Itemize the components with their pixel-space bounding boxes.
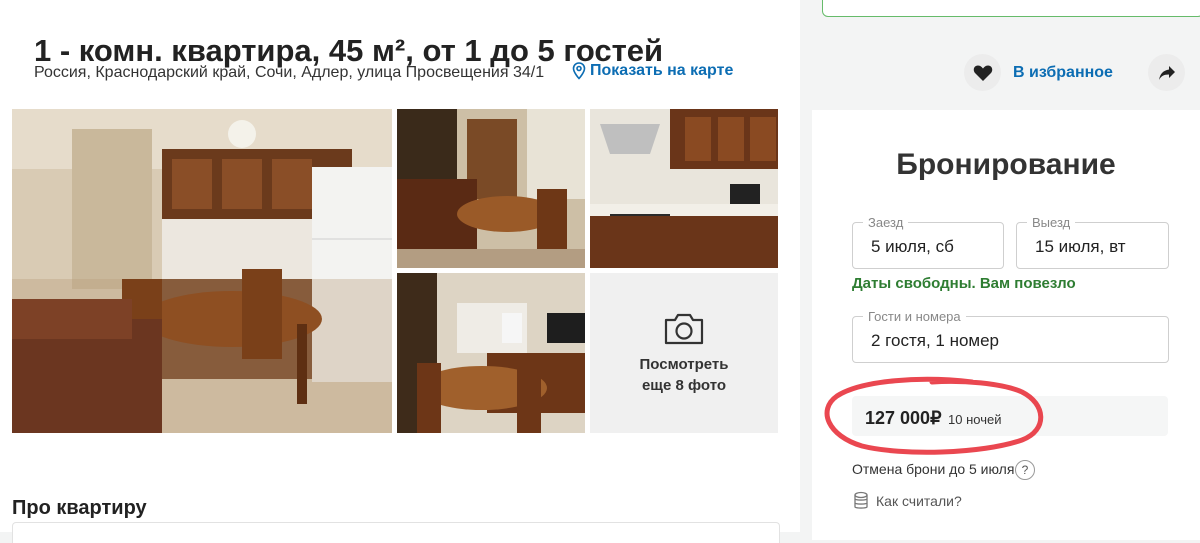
listing-address: Россия, Краснодарский край, Сочи, Адлер,… <box>34 64 545 81</box>
booking-title: Бронирование <box>896 148 1116 181</box>
checkout-value: 15 июля, вт <box>1035 237 1126 256</box>
about-card <box>12 522 780 543</box>
guests-label: Гости и номера <box>863 309 966 324</box>
checkout-label: Выезд <box>1027 215 1076 230</box>
coins-icon <box>854 491 868 509</box>
photo-main[interactable] <box>12 109 392 433</box>
checkin-label: Заезд <box>863 215 909 230</box>
how-calculated-label: Как считали? <box>876 493 962 509</box>
photo-living-room[interactable] <box>397 109 585 268</box>
photo-kitchen[interactable] <box>590 109 778 268</box>
photo-dining[interactable] <box>397 273 585 433</box>
question-icon[interactable]: ? <box>1015 460 1035 480</box>
heart-icon <box>973 65 992 81</box>
more-photos-label: Посмотреть еще 8 фото <box>639 356 729 394</box>
show-on-map-label: Показать на карте <box>590 62 734 79</box>
red-marker-circle <box>824 376 1044 455</box>
cancellation-policy: Отмена брони до 5 июля <box>852 461 1015 477</box>
share-icon <box>1158 65 1175 80</box>
favorite-label[interactable]: В избранное <box>1013 64 1113 82</box>
availability-status: Даты свободны. Вам повезло <box>852 275 1076 292</box>
how-calculated-link[interactable]: Как считали? <box>852 491 962 511</box>
guests-value: 2 гостя, 1 номер <box>871 331 1000 350</box>
map-pin-icon <box>572 62 586 80</box>
show-on-map-link[interactable]: Показать на карте <box>572 62 733 80</box>
share-button[interactable] <box>1148 54 1185 91</box>
top-widget-edge <box>822 0 1200 17</box>
about-section-title: Про квартиру <box>12 496 147 519</box>
more-photos-button[interactable]: Посмотреть еще 8 фото <box>590 273 778 433</box>
checkin-value: 5 июля, сб <box>871 237 954 256</box>
checkout-field[interactable]: Выезд 15 июля, вт <box>1016 215 1169 269</box>
checkin-field[interactable]: Заезд 5 июля, сб <box>852 215 1004 269</box>
camera-icon <box>664 313 704 345</box>
favorite-button[interactable] <box>964 54 1001 91</box>
guests-field[interactable]: Гости и номера 2 гостя, 1 номер <box>852 309 1169 363</box>
